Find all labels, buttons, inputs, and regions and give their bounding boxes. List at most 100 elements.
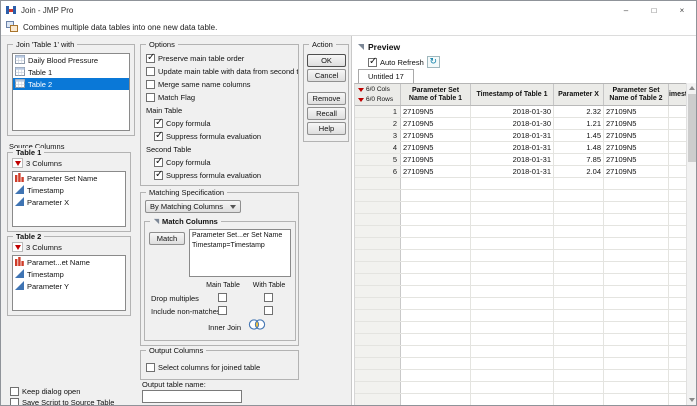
ok-button[interactable]: OK	[307, 54, 346, 67]
cell-param-x[interactable]: 2.32	[554, 106, 604, 117]
join-with-list[interactable]: Daily Blood Pressure Table 1 Table 2	[12, 53, 130, 131]
cell-param-x[interactable]: 1.21	[554, 118, 604, 129]
table-2-column-list[interactable]: Paramet...et Name Timestamp Parameter Y	[12, 255, 126, 311]
checkbox[interactable]	[146, 363, 155, 372]
cell-timestamp-2[interactable]	[669, 154, 687, 165]
maximize-button[interactable]: □	[640, 1, 668, 19]
rows-menu[interactable]: 6/0 Rows	[358, 96, 393, 104]
cell-param-x[interactable]: 1.45	[554, 130, 604, 141]
cell-param-set-1[interactable]: 27109N5	[401, 142, 471, 153]
checkbox[interactable]	[146, 80, 155, 89]
table-row[interactable]: 2 27109N5 2018-01-30 1.21 27109N5	[355, 118, 687, 130]
help-button[interactable]: Help	[307, 122, 346, 135]
match-pair[interactable]: Parameter Set...er Set Name	[192, 231, 288, 241]
table-row[interactable]: 1 27109N5 2018-01-30 2.32 27109N5	[355, 106, 687, 118]
list-item-table-1[interactable]: Table 1	[13, 66, 129, 78]
checkbox[interactable]	[154, 118, 163, 128]
column-item[interactable]: Timestamp	[13, 268, 125, 280]
column-item[interactable]: Parameter Set Name	[13, 172, 125, 184]
cell-param-set-2[interactable]: 27109N5	[604, 154, 669, 165]
include-non-matches-with-checkbox[interactable]	[264, 306, 273, 315]
checkbox[interactable]	[154, 170, 163, 180]
cell-timestamp-1[interactable]: 2018-01-30	[471, 106, 554, 117]
column-item[interactable]: Timestamp	[13, 184, 125, 196]
cell-param-set-1[interactable]: 27109N5	[401, 118, 471, 129]
cell-timestamp-1[interactable]: 2018-01-30	[471, 118, 554, 129]
row-number-cell[interactable]: 3	[355, 130, 401, 141]
column-header-param-set-1[interactable]: Parameter Set Name of Table 1	[401, 84, 471, 105]
row-number-cell[interactable]: 6	[355, 166, 401, 177]
close-button[interactable]: ×	[668, 1, 696, 19]
cell-param-set-1[interactable]: 27109N5	[401, 130, 471, 141]
column-header-timestamp-2[interactable]: Timesta	[669, 84, 687, 105]
checkbox[interactable]	[146, 53, 155, 63]
matching-method-dropdown[interactable]: By Matching Columns	[145, 200, 241, 213]
cell-timestamp-2[interactable]	[669, 106, 687, 117]
output-table-name-input[interactable]	[142, 390, 242, 403]
column-item[interactable]: Parameter X	[13, 196, 125, 208]
cell-param-x[interactable]: 1.48	[554, 142, 604, 153]
minimize-button[interactable]: –	[612, 1, 640, 19]
cell-timestamp-2[interactable]	[669, 142, 687, 153]
auto-refresh-checkbox[interactable]	[368, 57, 377, 67]
list-item-daily-blood-pressure[interactable]: Daily Blood Pressure	[13, 54, 129, 66]
checkbox[interactable]	[154, 131, 163, 141]
checkbox[interactable]	[10, 398, 19, 405]
cell-timestamp-2[interactable]	[669, 118, 687, 129]
red-triangle-menu-button[interactable]	[12, 158, 23, 168]
cell-timestamp-2[interactable]	[669, 130, 687, 141]
cell-param-set-2[interactable]: 27109N5	[604, 106, 669, 117]
cell-param-x[interactable]: 7.85	[554, 154, 604, 165]
column-header-param-set-2[interactable]: Parameter Set Name of Table 2	[604, 84, 669, 105]
cell-param-set-2[interactable]: 27109N5	[604, 118, 669, 129]
row-number-cell[interactable]: 4	[355, 142, 401, 153]
checkbox[interactable]	[146, 67, 155, 76]
cell-param-set-1[interactable]: 27109N5	[401, 166, 471, 177]
cell-param-x[interactable]: 2.04	[554, 166, 604, 177]
list-item-table-2[interactable]: Table 2	[13, 78, 129, 90]
preview-header[interactable]: Preview	[357, 42, 400, 52]
cancel-button[interactable]: Cancel	[307, 69, 346, 82]
cell-param-set-2[interactable]: 27109N5	[604, 142, 669, 153]
cell-timestamp-2[interactable]	[669, 166, 687, 177]
table-row[interactable]: 6 27109N5 2018-01-31 2.04 27109N5	[355, 166, 687, 178]
red-triangle-menu-button[interactable]	[12, 242, 23, 252]
column-item[interactable]: Paramet...et Name	[13, 256, 125, 268]
remove-button[interactable]: Remove	[307, 92, 346, 105]
checkbox[interactable]	[154, 157, 163, 167]
cell-param-set-1[interactable]: 27109N5	[401, 106, 471, 117]
cell-timestamp-1[interactable]: 2018-01-31	[471, 166, 554, 177]
columns-menu[interactable]: 6/0 Cols	[358, 86, 390, 94]
inner-join-venn-icon[interactable]	[247, 319, 267, 332]
cell-timestamp-1[interactable]: 2018-01-31	[471, 130, 554, 141]
cell-timestamp-1[interactable]: 2018-01-31	[471, 142, 554, 153]
scrollbar-thumb[interactable]	[688, 94, 696, 162]
cell-param-set-2[interactable]: 27109N5	[604, 166, 669, 177]
row-number-cell[interactable]: 1	[355, 106, 401, 117]
column-item[interactable]: Parameter Y	[13, 280, 125, 292]
vertical-scrollbar[interactable]	[686, 83, 696, 405]
column-header-timestamp-1[interactable]: Timestamp of Table 1	[471, 84, 554, 105]
cell-param-set-2[interactable]: 27109N5	[604, 130, 669, 141]
cell-timestamp-1[interactable]: 2018-01-31	[471, 154, 554, 165]
match-pair[interactable]: Timestamp=Timestamp	[192, 241, 288, 251]
table-row[interactable]: 5 27109N5 2018-01-31 7.85 27109N5	[355, 154, 687, 166]
checkbox[interactable]	[10, 387, 19, 396]
include-non-matches-main-checkbox[interactable]	[218, 306, 227, 315]
table-row[interactable]: 4 27109N5 2018-01-31 1.48 27109N5	[355, 142, 687, 154]
preview-table-tab[interactable]: Untitled 17	[358, 69, 414, 83]
match-pairs-list[interactable]: Parameter Set...er Set Name Timestamp=Ti…	[189, 229, 291, 277]
row-number-cell[interactable]: 2	[355, 118, 401, 129]
drop-multiples-with-checkbox[interactable]	[264, 293, 273, 302]
recall-button[interactable]: Recall	[307, 107, 346, 120]
table-row[interactable]: 3 27109N5 2018-01-31 1.45 27109N5	[355, 130, 687, 142]
checkbox[interactable]	[146, 93, 155, 102]
table-1-column-list[interactable]: Parameter Set Name Timestamp Parameter X	[12, 171, 126, 227]
match-button[interactable]: Match	[149, 232, 185, 245]
cell-param-set-1[interactable]: 27109N5	[401, 154, 471, 165]
drop-multiples-main-checkbox[interactable]	[218, 293, 227, 302]
column-header-param-x[interactable]: Parameter X	[554, 84, 604, 105]
refresh-button[interactable]: ↻	[426, 56, 440, 68]
scroll-up-button[interactable]	[687, 83, 696, 93]
row-number-cell[interactable]: 5	[355, 154, 401, 165]
